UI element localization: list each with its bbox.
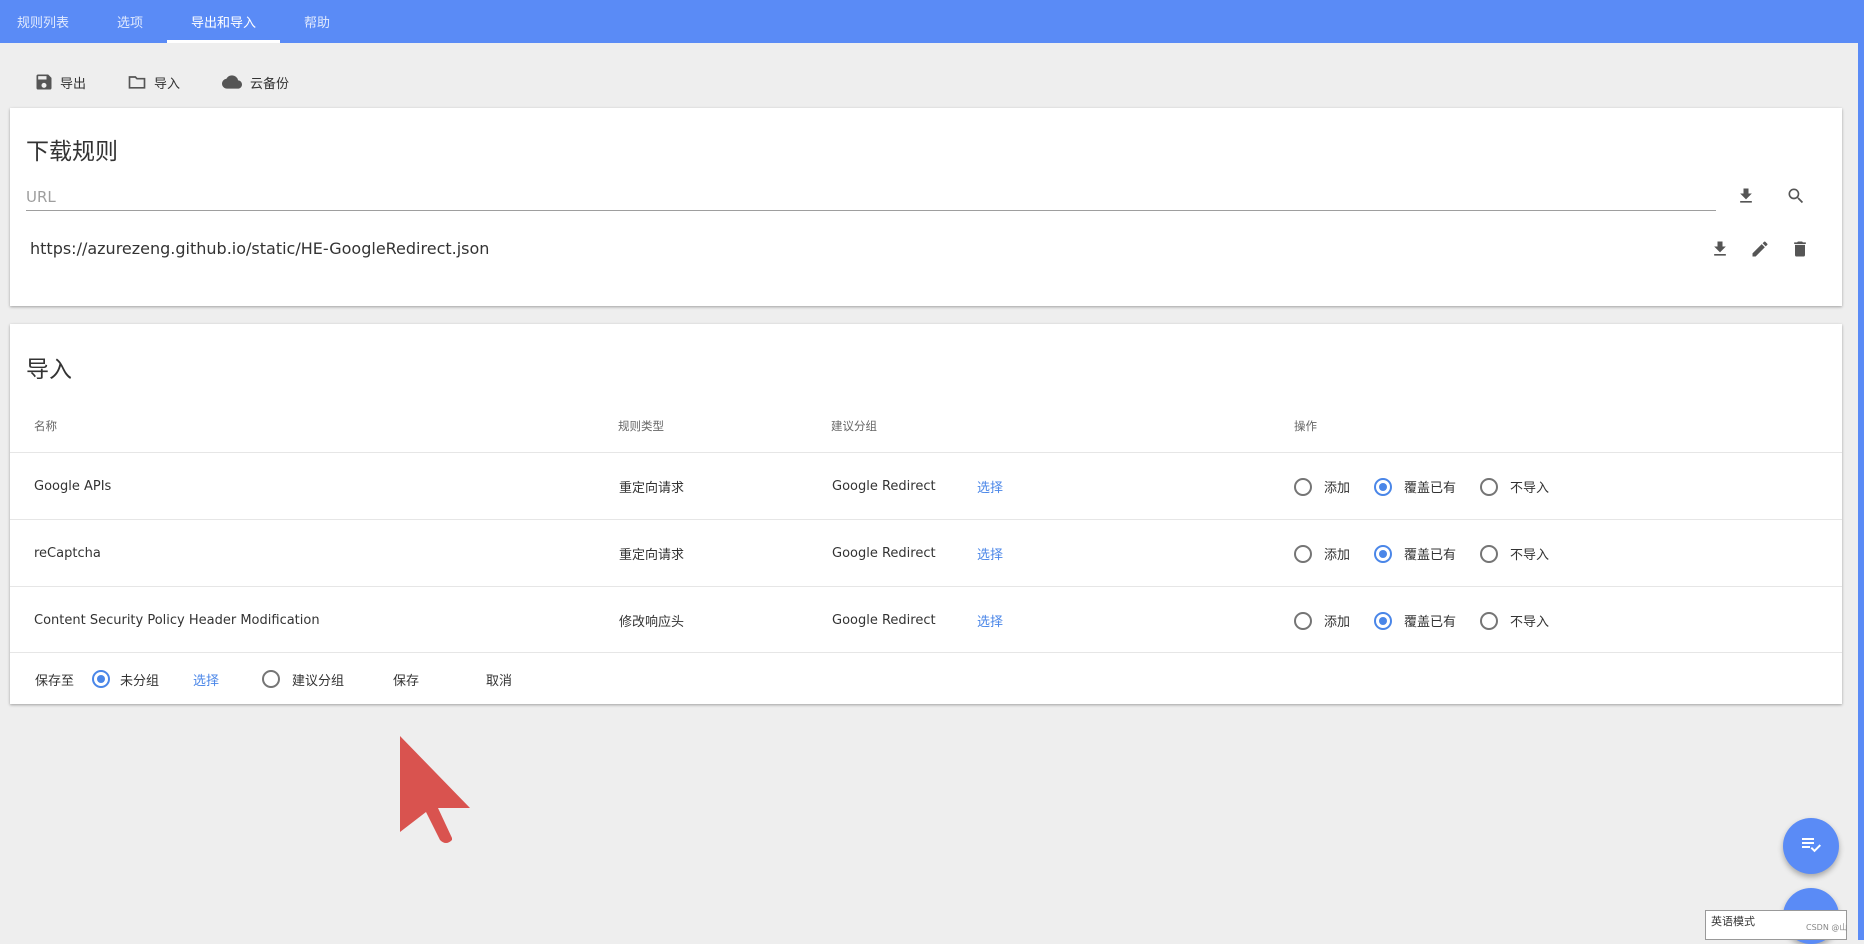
rule-type: 重定向请求 xyxy=(619,481,685,496)
radio-add[interactable] xyxy=(1294,477,1312,496)
radio-suggested-group-label: 建议分组 xyxy=(292,673,345,689)
import-label: 导入 xyxy=(154,76,181,92)
select-group-cell: 选择 xyxy=(977,520,1003,587)
import-footer: 保存至 未分组 选择 建议分组 保存 取消 xyxy=(10,652,1842,705)
radio-skip[interactable] xyxy=(1480,544,1499,563)
radio-overwrite-label: 覆盖已有 xyxy=(1404,615,1457,630)
radio-add[interactable] xyxy=(1294,544,1312,563)
watermark: CSDN @山 xyxy=(1806,923,1848,932)
radio-skip[interactable] xyxy=(1480,477,1499,496)
search-url-button[interactable] xyxy=(1782,184,1810,212)
select-group-link[interactable]: 选择 xyxy=(977,611,1003,630)
select-group-cell: 选择 xyxy=(977,453,1003,520)
download-rules-title: 下载规则 xyxy=(26,139,118,165)
radio-skip[interactable] xyxy=(1480,611,1499,630)
rule-group: Google Redirect xyxy=(832,613,936,628)
save-to-label: 保存至 xyxy=(35,673,75,689)
radio-add-label: 添加 xyxy=(1324,481,1351,496)
export-label: 导出 xyxy=(60,76,87,92)
download-rule-url: https://azurezeng.github.io/static/HE-Go… xyxy=(30,239,490,258)
cancel-button[interactable]: 取消 xyxy=(478,653,520,705)
action-options: 添加 覆盖已有 不导入 xyxy=(1294,453,1573,520)
cloud-icon xyxy=(220,72,244,92)
trash-icon xyxy=(1790,239,1810,263)
rule-name: Content Security Policy Header Modificat… xyxy=(34,613,320,628)
rule-type: 重定向请求 xyxy=(619,548,685,563)
ungrouped-option: 未分组 xyxy=(92,653,183,705)
tab-rule-list[interactable]: 规则列表 xyxy=(0,0,93,43)
tab-help[interactable]: 帮助 xyxy=(280,0,354,43)
cloud-backup-button[interactable]: 云备份 xyxy=(208,60,301,104)
column-header-type: 规则类型 xyxy=(618,419,664,433)
top-nav-bar: 规则列表 选项 导出和导入 帮助 xyxy=(0,0,1858,43)
column-header-action: 操作 xyxy=(1294,419,1317,433)
import-card: 导入 名称 规则类型 建议分组 操作 Google APIs 重定向请求 Goo… xyxy=(10,324,1842,704)
url-input[interactable] xyxy=(26,184,1716,211)
rule-name: reCaptcha xyxy=(34,546,101,561)
folder-icon xyxy=(126,72,148,92)
radio-overwrite[interactable] xyxy=(1374,611,1393,630)
cursor-arrow-icon xyxy=(398,734,472,848)
checklist-icon xyxy=(1799,832,1823,860)
footer-select-cell: 选择 xyxy=(193,653,219,705)
radio-add-label: 添加 xyxy=(1324,548,1351,563)
select-group-cell: 选择 xyxy=(977,587,1003,654)
tab-export-import[interactable]: 导出和导入 xyxy=(167,0,281,43)
table-row: Google APIs 重定向请求 Google Redirect 选择 添加 … xyxy=(10,452,1842,520)
download-icon xyxy=(1710,239,1730,263)
download-icon xyxy=(1736,186,1756,210)
radio-ungrouped-label: 未分组 xyxy=(120,673,160,689)
pencil-icon xyxy=(1750,239,1770,263)
tab-options[interactable]: 选项 xyxy=(93,0,167,43)
search-icon xyxy=(1786,186,1806,210)
download-rules-card: 下载规则 https://azurezeng.github.io/static/… xyxy=(10,108,1842,306)
radio-overwrite-label: 覆盖已有 xyxy=(1404,548,1457,563)
footer-select-link[interactable]: 选择 xyxy=(193,670,219,689)
select-group-link[interactable]: 选择 xyxy=(977,544,1003,563)
action-options: 添加 覆盖已有 不导入 xyxy=(1294,520,1573,587)
export-button[interactable]: 导出 xyxy=(22,60,98,104)
radio-skip-label: 不导入 xyxy=(1510,481,1550,496)
table-row: Content Security Policy Header Modificat… xyxy=(10,586,1842,654)
radio-skip-label: 不导入 xyxy=(1510,615,1550,630)
radio-overwrite[interactable] xyxy=(1374,477,1393,496)
rule-delete-button[interactable] xyxy=(1786,237,1814,265)
rule-group: Google Redirect xyxy=(832,479,936,494)
rule-group: Google Redirect xyxy=(832,546,936,561)
column-header-group: 建议分组 xyxy=(831,419,877,433)
radio-skip-label: 不导入 xyxy=(1510,548,1550,563)
rule-name: Google APIs xyxy=(34,479,112,494)
radio-add[interactable] xyxy=(1294,611,1312,630)
rule-download-button[interactable] xyxy=(1706,237,1734,265)
radio-overwrite[interactable] xyxy=(1374,544,1393,563)
suggested-group-option: 建议分组 xyxy=(262,653,368,705)
rule-type: 修改响应头 xyxy=(619,615,685,630)
toolbar: 导出 导入 云备份 xyxy=(22,60,317,104)
select-group-link[interactable]: 选择 xyxy=(977,477,1003,496)
rule-edit-button[interactable] xyxy=(1746,237,1774,265)
table-row: reCaptcha 重定向请求 Google Redirect 选择 添加 覆盖… xyxy=(10,519,1842,587)
import-title: 导入 xyxy=(26,357,72,383)
action-options: 添加 覆盖已有 不导入 xyxy=(1294,587,1573,654)
fab-checklist-button[interactable] xyxy=(1783,818,1839,874)
column-header-name: 名称 xyxy=(34,419,57,433)
import-button[interactable]: 导入 xyxy=(114,60,192,104)
download-url-button[interactable] xyxy=(1732,184,1760,212)
save-icon xyxy=(34,72,54,92)
radio-add-label: 添加 xyxy=(1324,615,1351,630)
cloud-backup-label: 云备份 xyxy=(250,76,290,92)
page-scrollbar[interactable] xyxy=(1858,0,1864,940)
save-button[interactable]: 保存 xyxy=(385,653,427,705)
radio-overwrite-label: 覆盖已有 xyxy=(1404,481,1457,496)
radio-suggested-group[interactable] xyxy=(262,670,280,688)
radio-ungrouped[interactable] xyxy=(92,670,110,688)
